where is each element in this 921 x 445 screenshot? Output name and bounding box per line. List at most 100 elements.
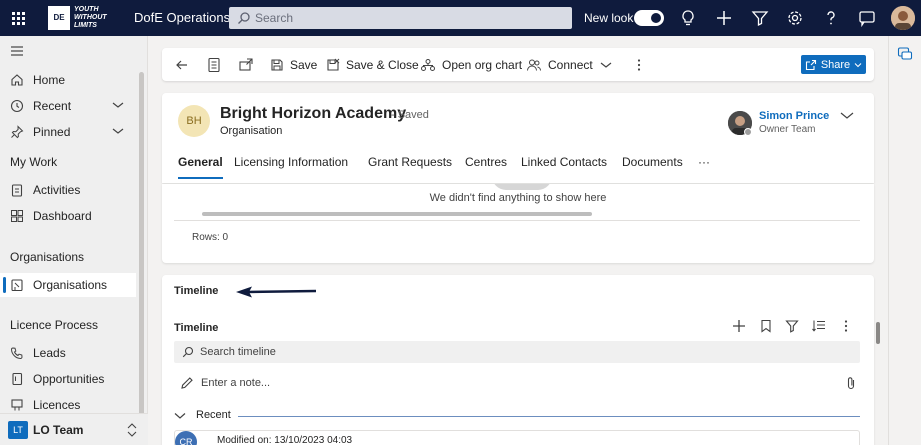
sidebar-item-label: Dashboard	[33, 209, 92, 223]
search-timeline-input[interactable]: Search timeline	[174, 341, 860, 363]
tab-documents[interactable]: Documents	[622, 155, 683, 169]
copilot-chat-icon[interactable]	[897, 46, 913, 62]
connect-dropdown-button[interactable]	[600, 48, 612, 81]
subgrid-card: We didn't find anything to show here Row…	[162, 184, 874, 263]
bookmark-button[interactable]	[759, 319, 773, 333]
pin-icon	[11, 125, 24, 139]
sidebar-item-pinned[interactable]: Pinned	[0, 120, 136, 144]
user-avatar[interactable]	[891, 6, 915, 30]
people-icon	[527, 59, 542, 71]
record-title: Bright Horizon Academy	[220, 105, 407, 122]
sidebar-scrollbar[interactable]	[139, 72, 144, 432]
form-icon	[208, 57, 220, 72]
app-title[interactable]: DofE Operations	[134, 10, 230, 25]
right-rail	[888, 36, 921, 445]
note-input[interactable]: Enter a note...	[174, 372, 860, 394]
back-arrow-icon	[176, 60, 187, 69]
timeline-more-button[interactable]	[843, 319, 849, 333]
filter-icon	[785, 320, 799, 333]
tab-licensing-information[interactable]: Licensing Information	[234, 155, 348, 169]
chevron-down-icon[interactable]	[112, 126, 124, 136]
tab-centres[interactable]: Centres	[465, 155, 507, 169]
lightbulb-icon[interactable]	[678, 8, 698, 28]
owner-name-link[interactable]: Simon Prince	[759, 110, 829, 122]
sidebar-item-label: Recent	[33, 99, 72, 113]
dofe-logo[interactable]: DE	[48, 6, 70, 30]
form-view-button[interactable]	[207, 48, 221, 81]
dashboard-icon	[11, 210, 23, 222]
empty-state-message: We didn't find anything to show here	[429, 192, 607, 204]
chevron-down-icon[interactable]	[840, 111, 854, 121]
add-activity-button[interactable]	[732, 319, 746, 333]
more-vertical-icon	[844, 320, 848, 332]
filter-icon[interactable]	[750, 8, 770, 28]
sidebar-item-label: Organisations	[33, 278, 108, 292]
sidebar-heading-organisations: Organisations	[10, 250, 85, 264]
empty-state-illustration	[492, 184, 552, 190]
chat-icon[interactable]	[857, 8, 877, 28]
sidebar-item-label: Opportunities	[33, 372, 105, 386]
back-button[interactable]	[174, 48, 190, 81]
save-label: Save	[290, 57, 318, 72]
top-bar: DE YOUTH WITHOUT LIMITS DofE Operations …	[0, 0, 921, 36]
connect-label: Connect	[548, 57, 593, 72]
main-scrollbar[interactable]	[876, 322, 880, 344]
open-new-window-button[interactable]	[238, 48, 254, 81]
entry-avatar: CR	[175, 431, 197, 445]
timeline-header: Timeline	[174, 322, 219, 334]
new-look-label: New look	[584, 11, 634, 25]
sidebar-item-label: Leads	[33, 346, 66, 360]
new-look-toggle[interactable]	[634, 10, 664, 26]
more-commands-button[interactable]	[636, 48, 642, 81]
more-vertical-icon	[637, 58, 641, 71]
save-and-close-button[interactable]: Save & Close	[326, 48, 419, 81]
chevron-down-icon[interactable]	[112, 100, 124, 110]
sort-button[interactable]	[812, 319, 826, 333]
phone-icon	[10, 347, 23, 360]
area-switcher[interactable]: LT LO Team	[0, 413, 148, 445]
sidebar-item-dashboard[interactable]: Dashboard	[0, 204, 136, 228]
tab-general[interactable]: General	[178, 155, 223, 179]
more-tabs-button[interactable]: ···	[698, 155, 710, 169]
attachment-icon[interactable]	[846, 376, 856, 390]
global-search-input[interactable]: Search	[229, 7, 572, 29]
waffle-icon[interactable]	[8, 8, 28, 28]
save-status: - Saved	[391, 109, 429, 121]
sort-icon	[812, 320, 825, 332]
share-button[interactable]: Share	[801, 55, 866, 74]
share-icon	[805, 59, 816, 70]
sidebar-item-activities[interactable]: Activities	[0, 178, 136, 202]
sidebar-item-organisations[interactable]: Organisations	[0, 273, 136, 297]
timeline-section-label: Timeline	[174, 285, 219, 297]
hamburger-icon[interactable]	[10, 45, 24, 57]
tab-grant-requests[interactable]: Grant Requests	[368, 155, 452, 169]
divider	[238, 416, 860, 417]
save-icon	[271, 58, 283, 71]
row-count: Rows: 0	[192, 232, 229, 243]
help-icon[interactable]	[821, 8, 841, 28]
org-chart-label: Open org chart	[442, 57, 523, 72]
plus-icon[interactable]	[714, 8, 734, 28]
sidebar-item-leads[interactable]: Leads	[0, 341, 136, 365]
open-org-chart-button[interactable]: Open org chart	[420, 48, 522, 81]
pencil-icon	[181, 377, 193, 389]
horizontal-scrollbar[interactable]	[202, 212, 592, 216]
search-icon	[182, 346, 194, 358]
sidebar-item-opportunities[interactable]: Opportunities	[0, 367, 136, 391]
logo-tagline: YOUTH WITHOUT LIMITS	[74, 6, 107, 29]
recent-group-header[interactable]: Recent	[174, 408, 860, 424]
annotation-arrow	[236, 286, 317, 298]
timeline-filter-button[interactable]	[785, 319, 799, 333]
timeline-entry[interactable]: CR Modified on: 13/10/2023 04:03	[174, 430, 860, 445]
tab-linked-contacts[interactable]: Linked Contacts	[521, 155, 607, 169]
connect-button[interactable]: Connect	[526, 48, 593, 81]
clipboard-icon	[11, 184, 23, 197]
save-button[interactable]: Save	[270, 48, 317, 81]
building-icon	[11, 279, 23, 292]
sidebar: Home Recent Pinned My Work Activities Da…	[0, 36, 148, 445]
gear-icon[interactable]	[785, 8, 805, 28]
sidebar-item-home[interactable]: Home	[0, 68, 136, 92]
sidebar-item-recent[interactable]: Recent	[0, 94, 136, 118]
sidebar-item-label: Home	[33, 73, 66, 87]
sidebar-item-label: Activities	[33, 183, 81, 197]
